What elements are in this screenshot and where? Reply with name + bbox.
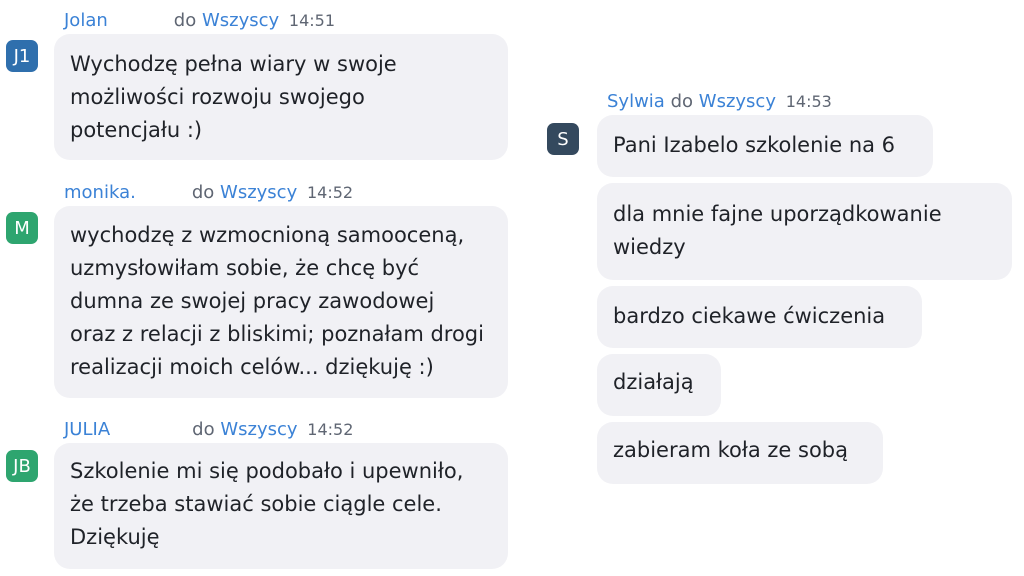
message-meta: Sylwia do Wszyscy 14:53 (607, 91, 832, 113)
message-text: zabieram koła ze sobą (613, 438, 848, 462)
timestamp: 14:52 (306, 183, 354, 202)
message-text: wiedzy (613, 235, 686, 259)
to-label: do (670, 91, 694, 112)
message-bubble: Szkolenie mi się podobało i upewniło, że… (54, 443, 508, 569)
avatar-m: M (6, 212, 38, 244)
message-text: wychodzę z wzmocnioną samooceną, (70, 223, 465, 247)
avatar-j1: J1 (6, 40, 38, 72)
to-label: do (191, 182, 215, 203)
message-text: Szkolenie mi się podobało i upewniło, (70, 459, 464, 483)
message-bubble: działają (597, 354, 721, 416)
message-bubble: bardzo ciekawe ćwiczenia (597, 286, 922, 348)
message-text: możliwości rozwoju swojego (70, 85, 365, 109)
to-label: do (192, 419, 215, 440)
sender-name[interactable]: monika. (64, 182, 136, 203)
sender-name[interactable]: Sylwia (607, 91, 665, 112)
sender-name[interactable]: Jolan (64, 10, 108, 31)
avatar-s: S (547, 123, 579, 155)
message-bubble: dla mnie fajne uporządkowanie wiedzy (597, 183, 1012, 280)
message-meta: JULIA do Wszyscy 14:52 (64, 419, 353, 441)
message-text: potencjału :) (70, 118, 203, 142)
message-meta: monika. do Wszyscy 14:52 (64, 182, 353, 204)
recipient-everyone[interactable]: Wszyscy (220, 182, 297, 203)
message-text: bardzo ciekawe ćwiczenia (613, 304, 886, 328)
recipient-everyone[interactable]: Wszyscy (699, 91, 776, 112)
recipient-everyone[interactable]: Wszyscy (202, 10, 279, 31)
redacted-name (135, 183, 192, 203)
message-bubble: Wychodzę pełna wiary w swoje możliwości … (54, 34, 508, 160)
recipient-everyone[interactable]: Wszyscy (220, 419, 297, 440)
message-text: realizacji moich celów... dziękuję :) (70, 355, 434, 379)
message-text: dla mnie fajne uporządkowanie (613, 202, 942, 226)
message-text: uzmysłowiłam sobie, że chcę być (70, 256, 420, 280)
avatar-jb: JB (6, 450, 38, 482)
timestamp: 14:51 (288, 11, 335, 30)
timestamp: 14:53 (785, 92, 832, 111)
message-bubble: zabieram koła ze sobą (597, 422, 883, 484)
sender-name[interactable]: JULIA (64, 419, 110, 440)
message-text: że trzeba stawiać sobie ciągle cele. (70, 492, 442, 516)
redacted-name (107, 11, 174, 31)
message-bubble: wychodzę z wzmocnioną samooceną, uzmysło… (54, 206, 508, 398)
message-text: oraz z relacji z bliskimi; poznałam drog… (70, 322, 484, 346)
message-bubble: Pani Izabelo szkolenie na 6 (597, 115, 933, 177)
message-text: Pani Izabelo szkolenie na 6 (613, 133, 896, 157)
message-text: działają (613, 370, 694, 394)
message-meta: Jolan do Wszyscy 14:51 (64, 10, 335, 32)
message-text: dumna ze swojej pracy zawodowej (70, 289, 435, 313)
message-text: Wychodzę pełna wiary w swoje (70, 52, 397, 76)
timestamp: 14:52 (307, 420, 354, 439)
message-text: Dziękuję (70, 525, 160, 549)
to-label: do (173, 10, 197, 31)
redacted-name (110, 420, 193, 440)
